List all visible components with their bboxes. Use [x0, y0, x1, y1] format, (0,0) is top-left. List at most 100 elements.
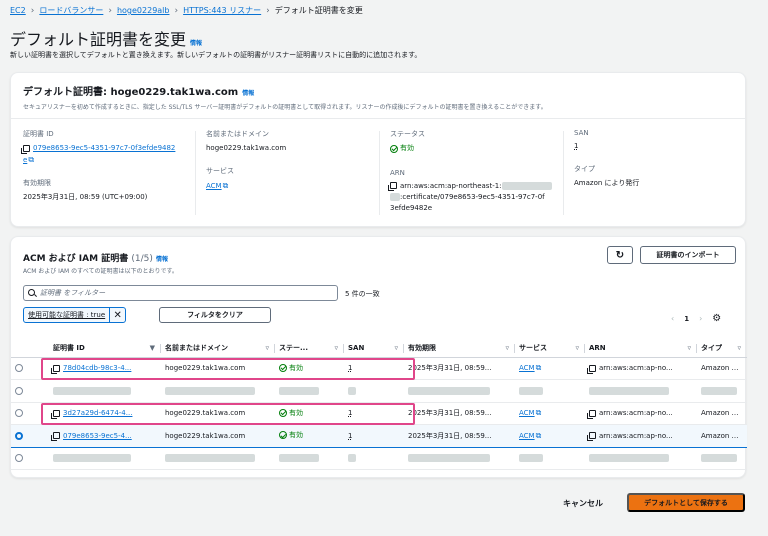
copy-icon[interactable] — [51, 432, 60, 442]
default-certificate-info-link[interactable]: 情報 — [242, 88, 254, 97]
copy-icon[interactable] — [587, 432, 596, 442]
copy-icon[interactable] — [51, 364, 60, 374]
radio-button[interactable] — [15, 454, 23, 463]
cert-id-cell: 3d27a29d-6474-4... — [49, 402, 161, 425]
san-value[interactable]: 1 — [348, 364, 352, 372]
default-certificate-panel: デフォルト証明書: hoge0229.tak1wa.com 情報 セキュアリスナ… — [10, 72, 746, 227]
sort-icon[interactable]: ▿ — [737, 344, 741, 352]
service-link[interactable]: ACM — [519, 432, 535, 440]
refresh-icon: ↻ — [615, 249, 625, 261]
cert-id-cell: 78d04cdb-98c3-4... — [49, 357, 161, 380]
cert-id-link-end[interactable]: e — [23, 156, 27, 164]
status-badge: 有効 — [390, 143, 414, 154]
domain-cell: hoge0229.tak1wa.com — [161, 357, 275, 380]
cert-list-subtitle: ACM および IAM のすべての証明書は以下のとおりです。 — [23, 268, 178, 275]
filter-token[interactable]: 使用可能な証明書 : true ✕ — [23, 307, 127, 323]
sort-icon[interactable]: ▿ — [575, 344, 579, 352]
match-count: 5 件の一致 — [345, 290, 380, 298]
service-link[interactable]: ACM — [206, 182, 222, 190]
header-san[interactable]: SAN ▿ — [344, 340, 404, 358]
san-value[interactable]: 1 — [574, 142, 578, 150]
filter-search-input[interactable]: 証明書 をフィルター — [23, 285, 338, 301]
copy-icon[interactable] — [587, 409, 596, 419]
table-row[interactable] — [11, 447, 747, 470]
cert-id-link[interactable]: 079e8653-9ec5-4... — [63, 432, 132, 440]
domain-cell: hoge0229.tak1wa.com — [161, 424, 275, 448]
header-expiry[interactable]: 有効期限 ▿ — [404, 340, 515, 358]
external-link-icon: ⧉ — [222, 181, 229, 190]
certificate-table: 証明書 ID ▼ 名前またはドメイン ▿ ステー... ▿ SAN ▿ 有効期限 ▿ サー… — [11, 340, 747, 470]
radio-button[interactable] — [15, 409, 23, 418]
sort-icon[interactable]: ▿ — [505, 344, 509, 352]
row-select[interactable] — [11, 447, 49, 470]
radio-button[interactable] — [15, 431, 23, 440]
cancel-button[interactable]: キャンセル — [563, 498, 603, 509]
row-select[interactable] — [11, 357, 49, 380]
cert-list-count: (1/5) — [131, 254, 153, 264]
status-text: 有効 — [400, 144, 414, 152]
type-cell: Amazon に... — [697, 424, 747, 448]
table-row[interactable] — [11, 379, 747, 403]
service-link[interactable]: ACM — [519, 364, 535, 372]
header-domain[interactable]: 名前またはドメイン ▿ — [161, 340, 275, 358]
breadcrumb-load-balancers[interactable]: ロードバランサー — [39, 5, 103, 16]
cert-id-link[interactable]: 3d27a29d-6474-4... — [63, 409, 132, 417]
service-cell: ACM⧉ — [515, 402, 585, 425]
redacted-cell — [515, 447, 585, 470]
header-cert-id[interactable]: 証明書 ID ▼ — [49, 340, 161, 358]
gear-icon[interactable]: ⚙ — [712, 313, 721, 324]
header-type[interactable]: タイプ ▿ — [697, 340, 747, 358]
page-info-link[interactable]: 情報 — [190, 38, 202, 47]
header-label: 有効期限 — [408, 344, 436, 353]
sort-icon[interactable]: ▿ — [394, 344, 398, 352]
sort-icon[interactable]: ▿ — [265, 344, 269, 352]
header-label: 名前またはドメイン — [165, 344, 228, 353]
type-value: Amazon により発行 — [574, 179, 640, 187]
redacted-block — [589, 454, 669, 463]
san-value[interactable]: 1 — [348, 409, 352, 417]
table-row[interactable]: 78d04cdb-98c3-4... hoge0229.tak1wa.com 有効 1… — [11, 357, 747, 380]
page-number[interactable]: 1 — [684, 315, 689, 323]
pagination: ‹ 1 › ⚙ — [671, 313, 721, 324]
radio-button[interactable] — [15, 386, 23, 395]
san-value[interactable]: 1 — [348, 432, 352, 440]
clear-filter-button[interactable]: フィルタをクリア — [159, 307, 271, 323]
redacted-cell — [161, 447, 275, 470]
copy-icon[interactable] — [21, 144, 30, 154]
row-select[interactable] — [11, 424, 49, 448]
expiry-label: 有効期限 — [23, 179, 51, 187]
copy-icon[interactable] — [587, 364, 596, 374]
close-icon[interactable]: ✕ — [109, 308, 125, 322]
copy-icon[interactable] — [51, 409, 60, 419]
header-label: 証明書 ID — [53, 344, 85, 353]
table-row[interactable]: 3d27a29d-6474-4... hoge0229.tak1wa.com 有効 1… — [11, 402, 747, 425]
cert-list-info-link[interactable]: 情報 — [156, 256, 168, 263]
redacted-cell — [49, 379, 161, 403]
header-arn[interactable]: ARN ▿ — [585, 340, 697, 358]
cert-id-link[interactable]: 78d04cdb-98c3-4... — [63, 364, 131, 372]
breadcrumb-alb[interactable]: hoge0229alb — [117, 6, 170, 15]
sort-icon[interactable]: ▿ — [687, 344, 691, 352]
filter-token-label[interactable]: 使用可能な証明書 : true — [24, 310, 109, 320]
sort-desc-icon[interactable]: ▼ — [150, 344, 155, 352]
row-select[interactable] — [11, 379, 49, 403]
redacted-cell — [49, 447, 161, 470]
header-service[interactable]: サービス ▿ — [515, 340, 585, 358]
header-status[interactable]: ステー... ▿ — [275, 340, 344, 358]
breadcrumb-listener[interactable]: HTTPS:443 リスナー — [183, 5, 261, 16]
table-row[interactable]: 079e8653-9ec5-4... hoge0229.tak1wa.com 有効 1… — [11, 424, 747, 448]
cert-id-link[interactable]: 079e8653-9ec5-4351-97c7-0f3efde9482 — [33, 144, 175, 152]
expiry-value: 2025年3月31日, 08:59 (UTC+09:00) — [23, 193, 148, 201]
save-as-default-button[interactable]: デフォルトとして保存する — [627, 493, 745, 512]
breadcrumb-ec2[interactable]: EC2 — [10, 6, 26, 15]
copy-icon[interactable] — [388, 182, 397, 191]
refresh-button[interactable]: ↻ — [607, 246, 633, 264]
chevron-right-icon[interactable]: › — [699, 314, 702, 323]
chevron-left-icon[interactable]: ‹ — [671, 314, 674, 323]
radio-button[interactable] — [15, 364, 23, 373]
service-link[interactable]: ACM — [519, 409, 535, 417]
sort-icon[interactable]: ▿ — [334, 344, 338, 352]
import-certificate-button[interactable]: 証明書のインポート — [640, 246, 736, 264]
row-select[interactable] — [11, 402, 49, 425]
redacted-cell — [515, 379, 585, 403]
